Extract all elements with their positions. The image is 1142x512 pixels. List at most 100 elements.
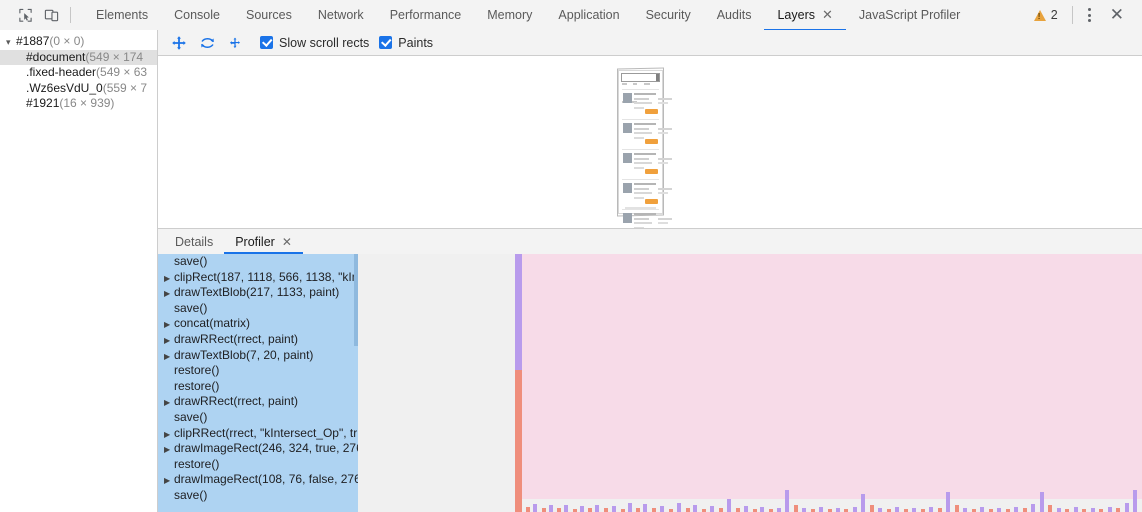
paint-command-row[interactable]: save() [158,410,358,426]
histogram-bar[interactable] [963,508,967,512]
histogram-bar[interactable] [719,508,723,512]
tab-performance[interactable]: Performance [377,0,475,30]
histogram-bar[interactable] [929,507,933,512]
histogram-bar[interactable] [595,505,599,512]
expand-triangle-icon[interactable]: ▶ [164,317,174,332]
histogram-bar[interactable] [861,494,865,512]
paint-command-row[interactable]: save() [158,254,358,270]
histogram-bar[interactable] [643,504,647,512]
tab-console[interactable]: Console [161,0,233,30]
paint-command-row[interactable]: restore() [158,457,358,473]
histogram-bar[interactable] [549,505,553,512]
layer-tree-item[interactable]: .Wz6esVdU_0(559 × 7 [0,81,157,97]
histogram-bar[interactable] [1091,508,1095,512]
tab-javascript-profiler[interactable]: JavaScript Profiler [846,0,973,30]
histogram-bar[interactable] [980,507,984,512]
tab-network[interactable]: Network [305,0,377,30]
histogram-bar[interactable] [580,506,584,512]
layers-3d-view[interactable] [158,56,1142,228]
tab-close-icon[interactable]: ✕ [822,9,833,22]
paint-command-row[interactable]: save() [158,488,358,504]
histogram-bar[interactable] [912,508,916,512]
histogram-bar[interactable] [677,503,681,512]
histogram-bar[interactable] [526,507,530,512]
checkbox-paints[interactable]: Paints [379,36,433,50]
tab-sources[interactable]: Sources [233,0,305,30]
tab-audits[interactable]: Audits [704,0,765,30]
histogram-bar[interactable] [870,505,874,512]
paint-command-row[interactable]: ▶drawRRect(rrect, paint) [158,332,358,348]
histogram-bar[interactable] [1040,492,1044,512]
paint-command-row[interactable]: ▶drawImageRect(246, 324, true, 276 [158,441,358,457]
histogram-bar[interactable] [612,506,616,512]
paint-command-row[interactable]: ▶concat(matrix) [158,316,358,332]
histogram-bar[interactable] [878,508,882,512]
histogram-bar[interactable] [557,508,561,512]
paint-timing-histogram[interactable] [522,470,1142,512]
detail-tab-profiler[interactable]: Profiler✕ [224,229,303,254]
paint-region-2[interactable] [522,254,1142,499]
pan-mode-icon[interactable] [166,32,192,54]
paint-command-row[interactable]: ▶drawRRect(rrect, paint) [158,394,358,410]
histogram-bar[interactable] [744,506,748,512]
tab-memory[interactable]: Memory [474,0,545,30]
histogram-bar[interactable] [1125,503,1129,512]
inspect-cursor-icon[interactable] [12,2,38,28]
tree-expand-icon[interactable]: ▾ [6,36,16,50]
paint-command-row[interactable]: ▶clipRect(187, 1118, 566, 1138, "kIn [158,270,358,286]
warning-indicator[interactable]: 2 [1026,8,1066,22]
detail-tab-close-icon[interactable]: ✕ [282,235,292,249]
histogram-bar[interactable] [628,503,632,512]
histogram-bar[interactable] [955,505,959,512]
expand-triangle-icon[interactable]: ▶ [164,271,174,286]
histogram-bar[interactable] [777,508,781,512]
histogram-bar[interactable] [946,492,950,512]
layer-tree-item[interactable]: #document(549 × 174 [0,50,157,66]
tab-elements[interactable]: Elements [83,0,161,30]
histogram-bar[interactable] [1014,507,1018,512]
histogram-bar[interactable] [652,508,656,512]
tab-application[interactable]: Application [545,0,632,30]
expand-triangle-icon[interactable]: ▶ [164,395,174,410]
layer-tree-item[interactable]: .fixed-header(549 × 63 [0,65,157,81]
checkbox-slow-scroll-rects[interactable]: Slow scroll rects [260,36,369,50]
rotate-mode-icon[interactable] [194,32,220,54]
close-icon[interactable]: ✕ [1102,7,1132,24]
histogram-bar[interactable] [564,505,568,512]
layer-tree-item[interactable]: #1921(16 × 939) [0,96,157,112]
tab-layers[interactable]: Layers✕ [764,0,845,30]
histogram-bar[interactable] [938,508,942,512]
layers-tree-sidebar[interactable]: ▾#1887(0 × 0)#document(549 × 174.fixed-h… [0,30,158,512]
histogram-bar[interactable] [836,508,840,512]
histogram-bar[interactable] [997,508,1001,512]
expand-triangle-icon[interactable]: ▶ [164,349,174,364]
histogram-bar[interactable] [636,508,640,512]
histogram-bar[interactable] [736,508,740,512]
histogram-bar[interactable] [895,507,899,512]
paint-command-row[interactable]: save() [158,301,358,317]
histogram-bar[interactable] [853,507,857,512]
checkbox-box[interactable] [379,36,392,49]
layer-page-thumbnail[interactable] [618,70,663,214]
more-vertical-icon[interactable] [1079,8,1100,22]
tab-security[interactable]: Security [633,0,704,30]
histogram-bar[interactable] [727,499,731,512]
histogram-bar[interactable] [760,507,764,512]
histogram-bar[interactable] [588,508,592,512]
histogram-bar[interactable] [686,508,690,512]
command-log-scrollbar[interactable] [354,254,358,346]
expand-triangle-icon[interactable]: ▶ [164,333,174,348]
histogram-bar[interactable] [533,504,537,512]
paint-command-row[interactable]: restore() [158,379,358,395]
histogram-bar[interactable] [710,506,714,512]
histogram-bar[interactable] [693,505,697,512]
expand-triangle-icon[interactable]: ▶ [164,473,174,488]
histogram-bar[interactable] [604,508,608,512]
histogram-bar[interactable] [1023,508,1027,512]
histogram-bar[interactable] [1116,508,1120,512]
checkbox-box[interactable] [260,36,273,49]
layer-band-salmon[interactable] [515,370,522,512]
histogram-bar[interactable] [819,507,823,512]
histogram-bar[interactable] [1074,507,1078,512]
paint-command-row[interactable]: ▶drawTextBlob(217, 1133, paint) [158,285,358,301]
